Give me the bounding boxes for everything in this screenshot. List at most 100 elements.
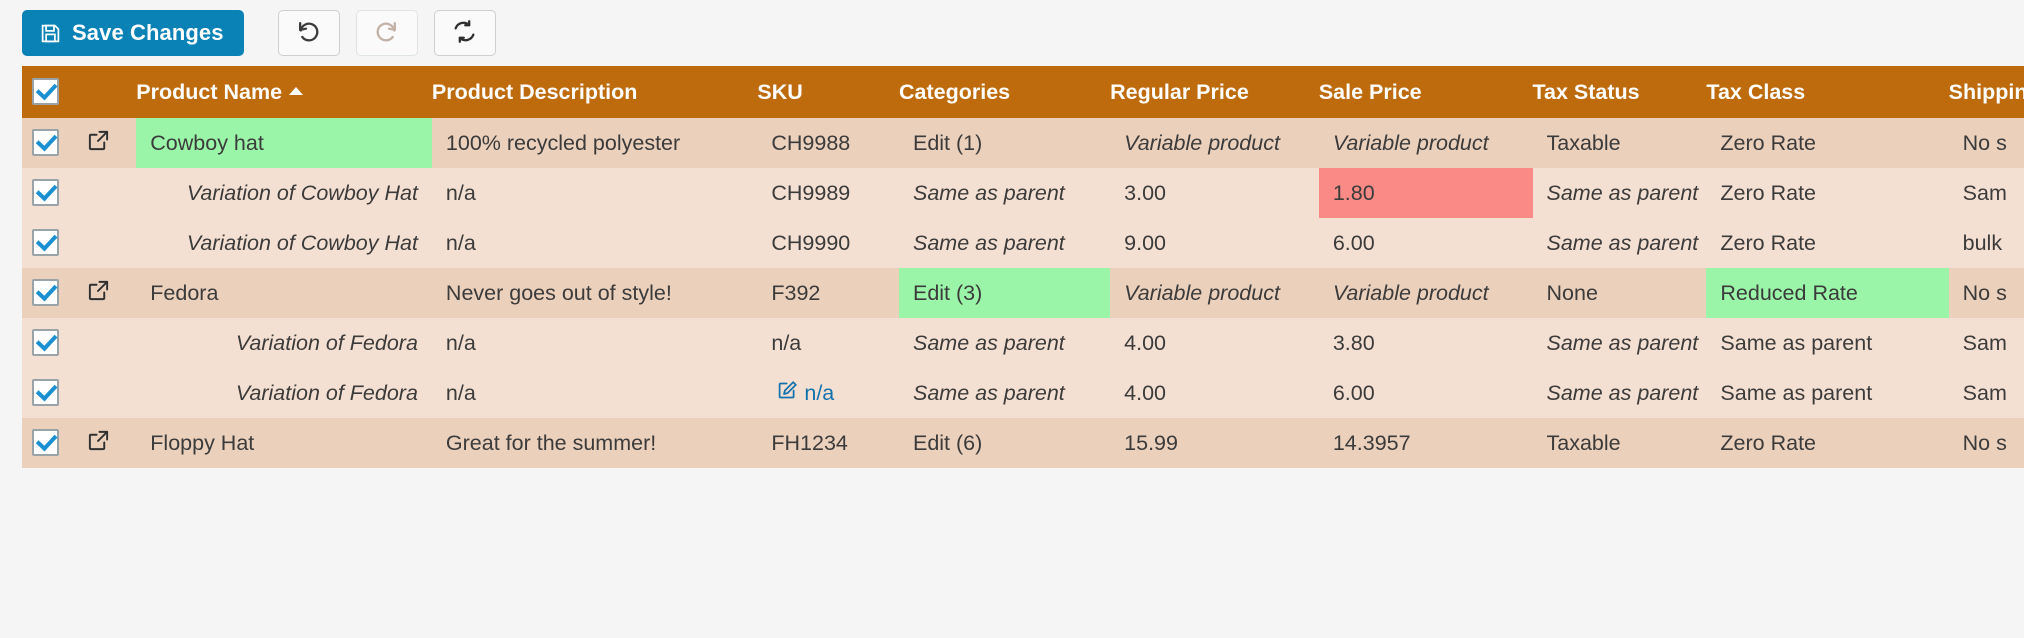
cell-sale-price[interactable]: Variable product (1318, 118, 1533, 168)
table-row: Fedora Never goes out of style! F392 Edit (… (22, 268, 2024, 318)
cell-sale-price[interactable]: 6.00 (1318, 218, 1533, 268)
cell-shipping[interactable]: No s (1948, 418, 2024, 468)
cell-tax-class[interactable]: Zero Rate (1706, 418, 1949, 468)
cell-tax-status[interactable]: Taxable (1532, 118, 1707, 168)
history-button-group (277, 10, 496, 56)
table-row: Floppy Hat Great for the summer! FH1234 Edi… (22, 418, 2024, 468)
cell-product-name[interactable]: Variation of Cowboy Hat (136, 168, 432, 218)
cell-product-name[interactable]: Variation of Fedora (136, 368, 432, 418)
cell-tax-status[interactable]: Same as parent (1532, 318, 1707, 368)
redo-button[interactable] (355, 10, 418, 56)
cell-regular-price[interactable]: 15.99 (1110, 418, 1319, 468)
column-header-shipping[interactable]: Shipping (1948, 66, 2024, 118)
cell-shipping[interactable]: Sam (1948, 168, 2024, 218)
sku-edit-link[interactable]: n/a (777, 380, 834, 407)
external-link-icon[interactable] (87, 129, 110, 152)
table-header-row: Product Name Product Description SKU Cat… (22, 66, 2024, 118)
cell-categories[interactable]: Edit (6) (898, 418, 1111, 468)
refresh-button[interactable] (433, 10, 496, 56)
cell-shipping[interactable]: Sam (1948, 318, 2024, 368)
cell-tax-class[interactable]: Same as parent (1706, 318, 1949, 368)
cell-sku[interactable]: CH9989 (757, 168, 899, 218)
cell-tax-status[interactable]: Same as parent (1532, 168, 1707, 218)
cell-product-description[interactable]: n/a (431, 318, 758, 368)
cell-sku[interactable]: n/a (757, 368, 899, 418)
cell-regular-price[interactable]: 4.00 (1110, 368, 1319, 418)
column-header-product-name[interactable]: Product Name (136, 66, 432, 118)
cell-categories[interactable]: Same as parent (898, 318, 1111, 368)
cell-shipping[interactable]: No s (1948, 268, 2024, 318)
cell-tax-status[interactable]: None (1532, 268, 1707, 318)
save-changes-label: Save Changes (72, 20, 224, 45)
cell-tax-status[interactable]: Same as parent (1532, 218, 1707, 268)
cell-tax-class[interactable]: Zero Rate (1706, 218, 1949, 268)
row-checkbox[interactable] (32, 178, 59, 206)
cell-sku[interactable]: FH1234 (757, 418, 899, 468)
row-checkbox[interactable] (32, 278, 59, 306)
row-open-cell (79, 168, 137, 218)
column-header-label: Product Description (431, 79, 638, 104)
column-header-sku[interactable]: SKU (757, 66, 899, 118)
cell-tax-class[interactable]: Zero Rate (1706, 118, 1949, 168)
cell-sku[interactable]: CH9988 (757, 118, 899, 168)
cell-tax-class[interactable]: Same as parent (1706, 368, 1949, 418)
row-select-cell (22, 218, 80, 268)
cell-product-name[interactable]: Variation of Cowboy Hat (136, 218, 432, 268)
external-link-icon[interactable] (87, 279, 110, 302)
table-row: Variation of Cowboy Hat n/a CH9990 Same as … (22, 218, 2024, 268)
cell-product-description[interactable]: n/a (431, 168, 758, 218)
cell-regular-price[interactable]: 4.00 (1110, 318, 1319, 368)
save-changes-button[interactable]: Save Changes (22, 10, 244, 56)
cell-tax-status[interactable]: Taxable (1532, 418, 1707, 468)
cell-sku[interactable]: F392 (757, 268, 899, 318)
column-header-sale-price[interactable]: Sale Price (1318, 66, 1533, 118)
row-checkbox[interactable] (32, 328, 59, 356)
cell-categories[interactable]: Same as parent (898, 218, 1111, 268)
cell-regular-price[interactable]: 9.00 (1110, 218, 1319, 268)
cell-categories[interactable]: Edit (1) (898, 118, 1111, 168)
undo-button[interactable] (277, 10, 340, 56)
cell-sale-price[interactable]: 14.3957 (1318, 418, 1533, 468)
cell-product-name[interactable]: Fedora (136, 268, 432, 318)
column-header-regular-price[interactable]: Regular Price (1110, 66, 1319, 118)
cell-tax-status[interactable]: Same as parent (1532, 368, 1707, 418)
row-checkbox[interactable] (32, 378, 59, 406)
column-header-product-description[interactable]: Product Description (431, 66, 758, 118)
cell-product-description[interactable]: 100% recycled polyester (431, 118, 758, 168)
select-all-checkbox[interactable] (32, 77, 59, 105)
cell-product-name[interactable]: Cowboy hat (136, 118, 432, 168)
column-header-tax-class[interactable]: Tax Class (1706, 66, 1949, 118)
column-header-categories[interactable]: Categories (898, 66, 1111, 118)
cell-sku[interactable]: n/a (757, 318, 899, 368)
row-checkbox[interactable] (32, 428, 59, 456)
column-header-label: Regular Price (1110, 79, 1249, 104)
floppy-disk-icon (40, 23, 61, 44)
cell-product-description[interactable]: n/a (431, 218, 758, 268)
cell-categories[interactable]: Same as parent (898, 168, 1111, 218)
cell-regular-price[interactable]: 3.00 (1110, 168, 1319, 218)
cell-product-description[interactable]: Great for the summer! (431, 418, 758, 468)
column-header-tax-status[interactable]: Tax Status (1532, 66, 1707, 118)
table-row: Variation of Cowboy Hat n/a CH9989 Same as … (22, 168, 2024, 218)
cell-tax-class[interactable]: Zero Rate (1706, 168, 1949, 218)
cell-product-description[interactable]: n/a (431, 368, 758, 418)
cell-sale-price[interactable]: 6.00 (1318, 368, 1533, 418)
cell-sale-price[interactable]: 3.80 (1318, 318, 1533, 368)
cell-categories[interactable]: Edit (3) (898, 268, 1111, 318)
row-checkbox[interactable] (32, 128, 59, 156)
cell-product-name[interactable]: Variation of Fedora (136, 318, 432, 368)
cell-shipping[interactable]: bulk (1948, 218, 2024, 268)
cell-sku[interactable]: CH9990 (757, 218, 899, 268)
external-link-icon[interactable] (87, 429, 110, 452)
cell-shipping[interactable]: Sam (1948, 368, 2024, 418)
cell-shipping[interactable]: No s (1948, 118, 2024, 168)
cell-product-description[interactable]: Never goes out of style! (431, 268, 758, 318)
cell-regular-price[interactable]: Variable product (1110, 268, 1319, 318)
cell-product-name[interactable]: Floppy Hat (136, 418, 432, 468)
cell-categories[interactable]: Same as parent (898, 368, 1111, 418)
row-checkbox[interactable] (32, 228, 59, 256)
cell-sale-price[interactable]: 1.80 (1318, 168, 1533, 218)
cell-regular-price[interactable]: Variable product (1110, 118, 1319, 168)
cell-sale-price[interactable]: Variable product (1318, 268, 1533, 318)
cell-tax-class[interactable]: Reduced Rate (1706, 268, 1949, 318)
